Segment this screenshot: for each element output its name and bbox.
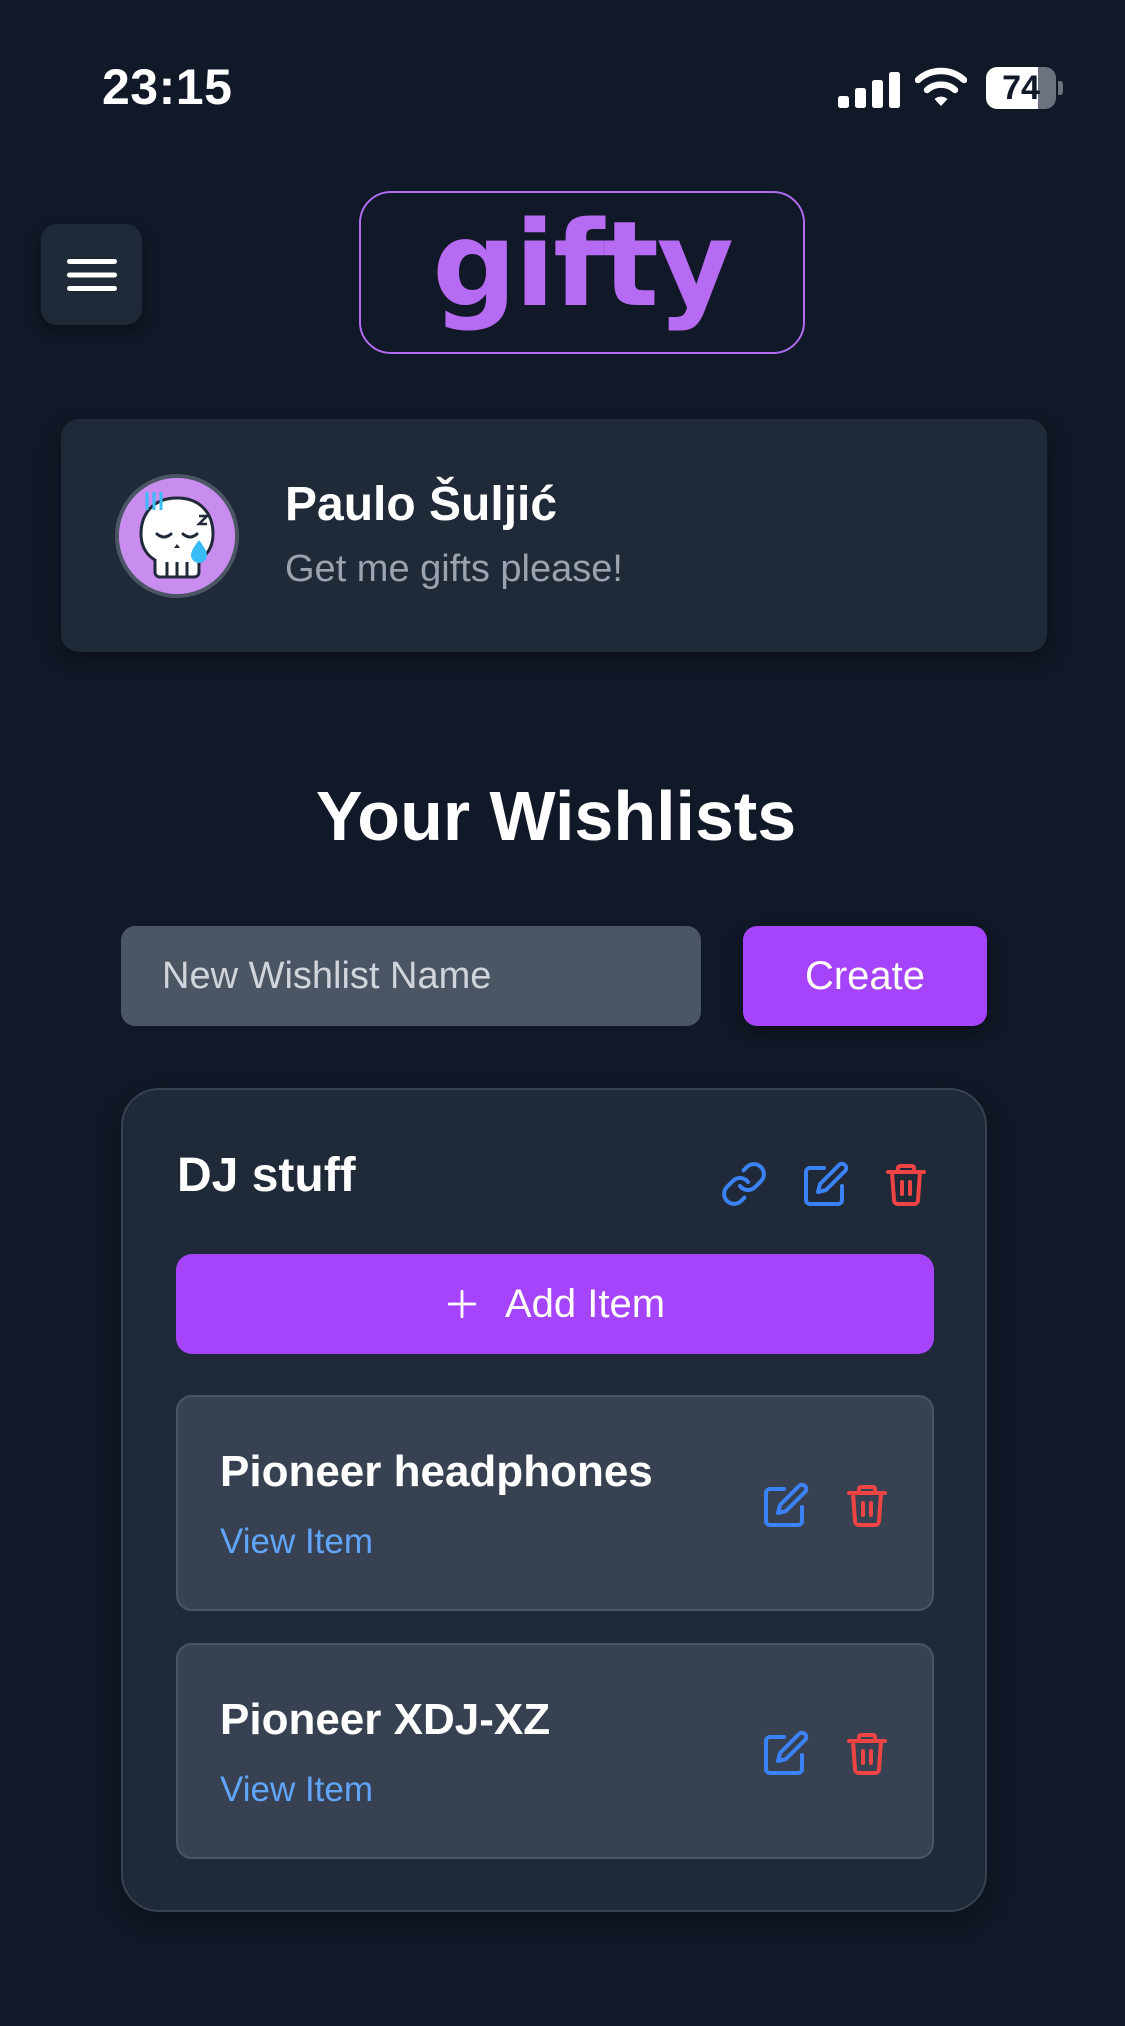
status-bar: 23:15 74 (0, 0, 1125, 130)
share-link-button[interactable] (716, 1156, 772, 1212)
wifi-icon (915, 67, 967, 106)
edit-item-button[interactable] (758, 1477, 814, 1533)
create-wishlist-button[interactable]: Create (743, 926, 987, 1026)
plus-icon (447, 1289, 477, 1319)
delete-wishlist-button[interactable] (878, 1156, 934, 1212)
edit-item-button[interactable] (758, 1725, 814, 1781)
status-time: 23:15 (102, 59, 233, 115)
profile-card: Paulo Šuljić Get me gifts please! (61, 419, 1047, 652)
profile-name: Paulo Šuljić (285, 478, 558, 531)
battery-indicator: 74 (986, 67, 1063, 109)
delete-item-button[interactable] (839, 1725, 895, 1781)
wishlist-title: DJ stuff (177, 1149, 356, 1202)
sleepy-skull-avatar-icon (119, 478, 235, 594)
edit-wishlist-button[interactable] (798, 1156, 854, 1212)
wishlist-item: Pioneer XDJ-XZ View Item (176, 1643, 934, 1859)
add-item-label: Add Item (504, 1281, 666, 1326)
add-item-button[interactable]: Add Item (176, 1254, 934, 1354)
wishlist-card: DJ stuff Add Item Pioneer headphones Vie… (121, 1088, 987, 1912)
profile-tagline: Get me gifts please! (285, 548, 623, 590)
avatar[interactable] (115, 474, 239, 598)
item-name: Pioneer headphones (220, 1447, 653, 1496)
hamburger-menu-icon (66, 258, 117, 291)
edit-icon (764, 1482, 809, 1527)
edit-icon (764, 1730, 809, 1775)
cellular-signal-icon (838, 72, 900, 108)
battery-percentage: 74 (1002, 69, 1040, 107)
logo-text: gifty (432, 194, 734, 333)
page-title: Your Wishlists (315, 777, 797, 855)
link-icon (722, 1162, 766, 1206)
app-logo[interactable]: gifty (359, 191, 805, 354)
trash-icon (847, 1485, 887, 1527)
new-wishlist-name-input[interactable] (121, 926, 701, 1026)
delete-item-button[interactable] (839, 1477, 895, 1533)
menu-button[interactable] (41, 224, 142, 325)
view-item-link[interactable]: View Item (220, 1522, 373, 1562)
edit-icon (804, 1161, 849, 1206)
item-name: Pioneer XDJ-XZ (220, 1695, 551, 1744)
trash-icon (886, 1164, 926, 1206)
wishlist-item: Pioneer headphones View Item (176, 1395, 934, 1611)
view-item-link[interactable]: View Item (220, 1770, 373, 1810)
trash-icon (847, 1733, 887, 1775)
